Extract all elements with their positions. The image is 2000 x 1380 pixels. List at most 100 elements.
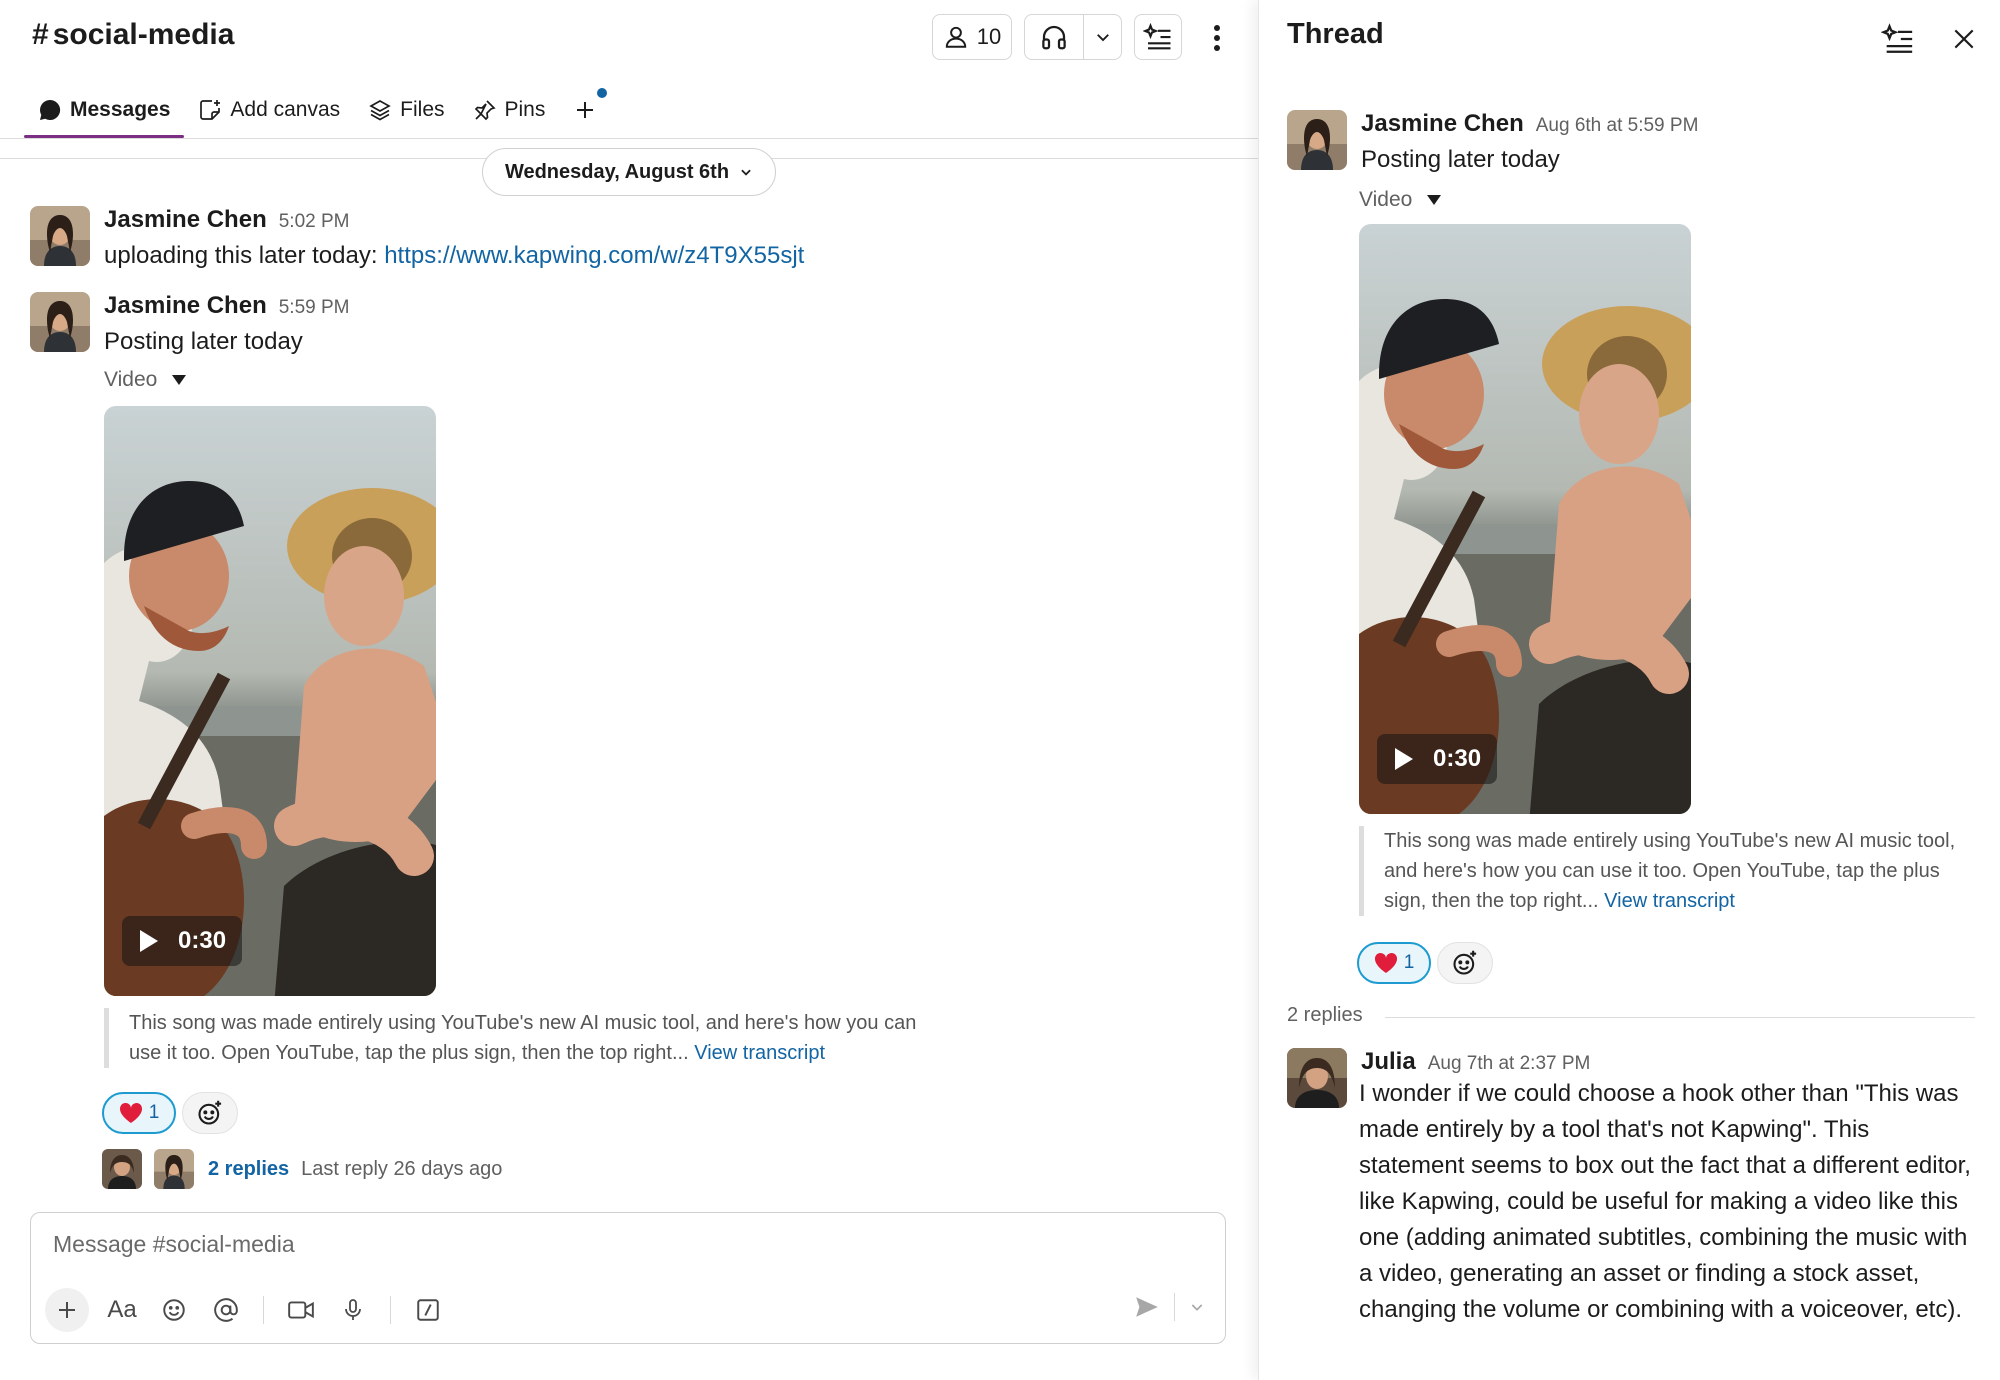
date-divider-label: Wednesday, August 6th [504,160,730,183]
message-input[interactable]: Message #social-media [53,1231,295,1258]
headphones-icon [1042,25,1066,50]
add-reaction-button[interactable] [1437,942,1493,984]
slash-icon [417,1299,439,1321]
message-link[interactable]: https://www.kapwing.com/w/z4T9X55sjt [384,242,804,269]
reaction-count: 1 [148,1102,160,1123]
emoji-icon [163,1299,185,1321]
layers-icon [369,100,391,121]
channel-header: # social-media 10 [0,0,1258,72]
heart-icon [1374,952,1397,973]
message-author[interactable]: Jasmine Chen [1361,110,1524,137]
message-bubble-icon [40,99,61,120]
message-timestamp[interactable]: 5:59 PM [279,297,350,318]
tab-pins[interactable]: Pins [459,82,560,138]
replies-link[interactable]: 2 replies [208,1158,289,1181]
tab-add-canvas[interactable]: Add canvas [184,82,354,138]
video-player[interactable]: 0:30 [1359,224,1691,814]
add-reaction-button[interactable] [182,1092,238,1134]
tab-messages[interactable]: Messages [24,82,185,138]
message-timestamp[interactable]: Aug 7th at 2:37 PM [1428,1053,1591,1074]
avatar[interactable] [30,206,90,266]
avatar[interactable] [1287,1048,1347,1108]
slash-command-button[interactable] [409,1291,447,1329]
video-duration: 0:30 [1433,745,1482,772]
send-icon[interactable] [1134,1294,1160,1320]
tab-files[interactable]: Files [354,82,458,138]
sparkle-list-icon [1880,23,1913,53]
emoji-button[interactable] [155,1291,193,1329]
close-icon [1954,29,1974,49]
composer-toolbar: Aa [45,1287,447,1333]
heart-reaction[interactable]: 1 [102,1092,176,1134]
channel-title-button[interactable]: # social-media [32,18,234,52]
members-button[interactable]: 10 [932,14,1012,60]
message-author[interactable]: Jasmine Chen [104,206,267,233]
avatar[interactable] [1287,110,1347,170]
close-thread-button[interactable] [1947,22,1981,56]
thread-parent-message: Jasmine Chen Aug 6th at 5:59 PM Posting l… [1287,110,1987,174]
attachment-toggle[interactable]: Video [1359,188,1442,212]
caret-down-icon [172,375,187,385]
thread-ai-summary-button[interactable] [1880,22,1915,56]
video-clip-button[interactable] [282,1291,320,1329]
message-timestamp[interactable]: Aug 6th at 5:59 PM [1536,115,1699,136]
heart-icon [119,1102,142,1123]
avatar [102,1149,142,1189]
formatting-button[interactable]: Aa [103,1291,141,1329]
video-thumbnail [1359,224,1691,814]
add-tab-button[interactable] [559,82,611,138]
canvas-add-icon [200,100,221,120]
microphone-icon [345,1299,361,1320]
send-divider [1174,1293,1175,1321]
chevron-down-icon [741,169,751,176]
channel-pane: # social-media 10 Messages Add canvas Fi… [0,0,1258,1380]
send-controls [1134,1293,1205,1321]
more-options-button[interactable] [1200,18,1234,58]
attachment-label: Video [104,368,158,391]
video-player[interactable]: 0:30 [104,406,436,996]
huddle-button[interactable] [1025,15,1083,59]
chevron-down-icon[interactable] [1189,1299,1205,1315]
avatar[interactable] [30,292,90,352]
heart-reaction[interactable]: 1 [1357,942,1431,984]
thread-replies-bar[interactable]: 2 replies Last reply 26 days ago [102,1148,502,1190]
message-content: Jasmine Chen 5:59 PM Posting later today [104,292,350,356]
replies-count-divider: 2 replies [1287,1004,1363,1026]
message-text-body: uploading this later today: [104,242,385,269]
person-icon [945,26,966,48]
message-author[interactable]: Julia [1361,1048,1416,1075]
play-icon [140,930,158,952]
notification-dot [597,88,608,98]
message-content: Jasmine Chen 5:02 PM uploading this later… [104,206,804,270]
message-author[interactable]: Jasmine Chen [104,292,267,319]
ai-summary-button[interactable] [1134,14,1182,60]
view-transcript-link[interactable]: View transcript [694,1042,825,1064]
date-divider-button[interactable]: Wednesday, August 6th [482,148,776,196]
message-item: Jasmine Chen 5:02 PM uploading this later… [30,206,1030,270]
mention-button[interactable] [207,1291,245,1329]
message-composer: Message #social-media Aa [30,1212,1226,1344]
channel-tabs: Messages Add canvas Files Pins [24,82,611,138]
reply-text: I wonder if we could choose a hook other… [1359,1080,1971,1323]
video-duration: 0:30 [178,927,227,954]
view-transcript-link[interactable]: View transcript [1604,890,1735,912]
huddle-options-button[interactable] [1084,15,1121,59]
video-play-overlay[interactable]: 0:30 [122,916,243,966]
plus-icon [59,1302,75,1318]
message-content: Jasmine Chen Aug 6th at 5:59 PM Posting l… [1361,110,1698,174]
message-content: Julia Aug 7th at 2:37 PM [1361,1048,1590,1076]
message-timestamp[interactable]: 5:02 PM [279,211,350,232]
huddle-button-group [1024,14,1122,60]
play-icon [1395,748,1413,770]
attachment-label: Video [1359,188,1413,211]
chevron-down-icon [1096,34,1109,42]
sparkle-list-icon [1143,22,1171,50]
audio-clip-button[interactable] [334,1291,372,1329]
video-play-overlay[interactable]: 0:30 [1377,734,1498,784]
attach-button[interactable] [45,1288,89,1332]
replies-divider-line [1385,1017,1975,1018]
tab-label: Files [400,98,445,121]
channel-hash-icon: # [32,18,49,51]
attachment-toggle[interactable]: Video [104,368,187,392]
thread-title: Thread [1287,18,1384,50]
